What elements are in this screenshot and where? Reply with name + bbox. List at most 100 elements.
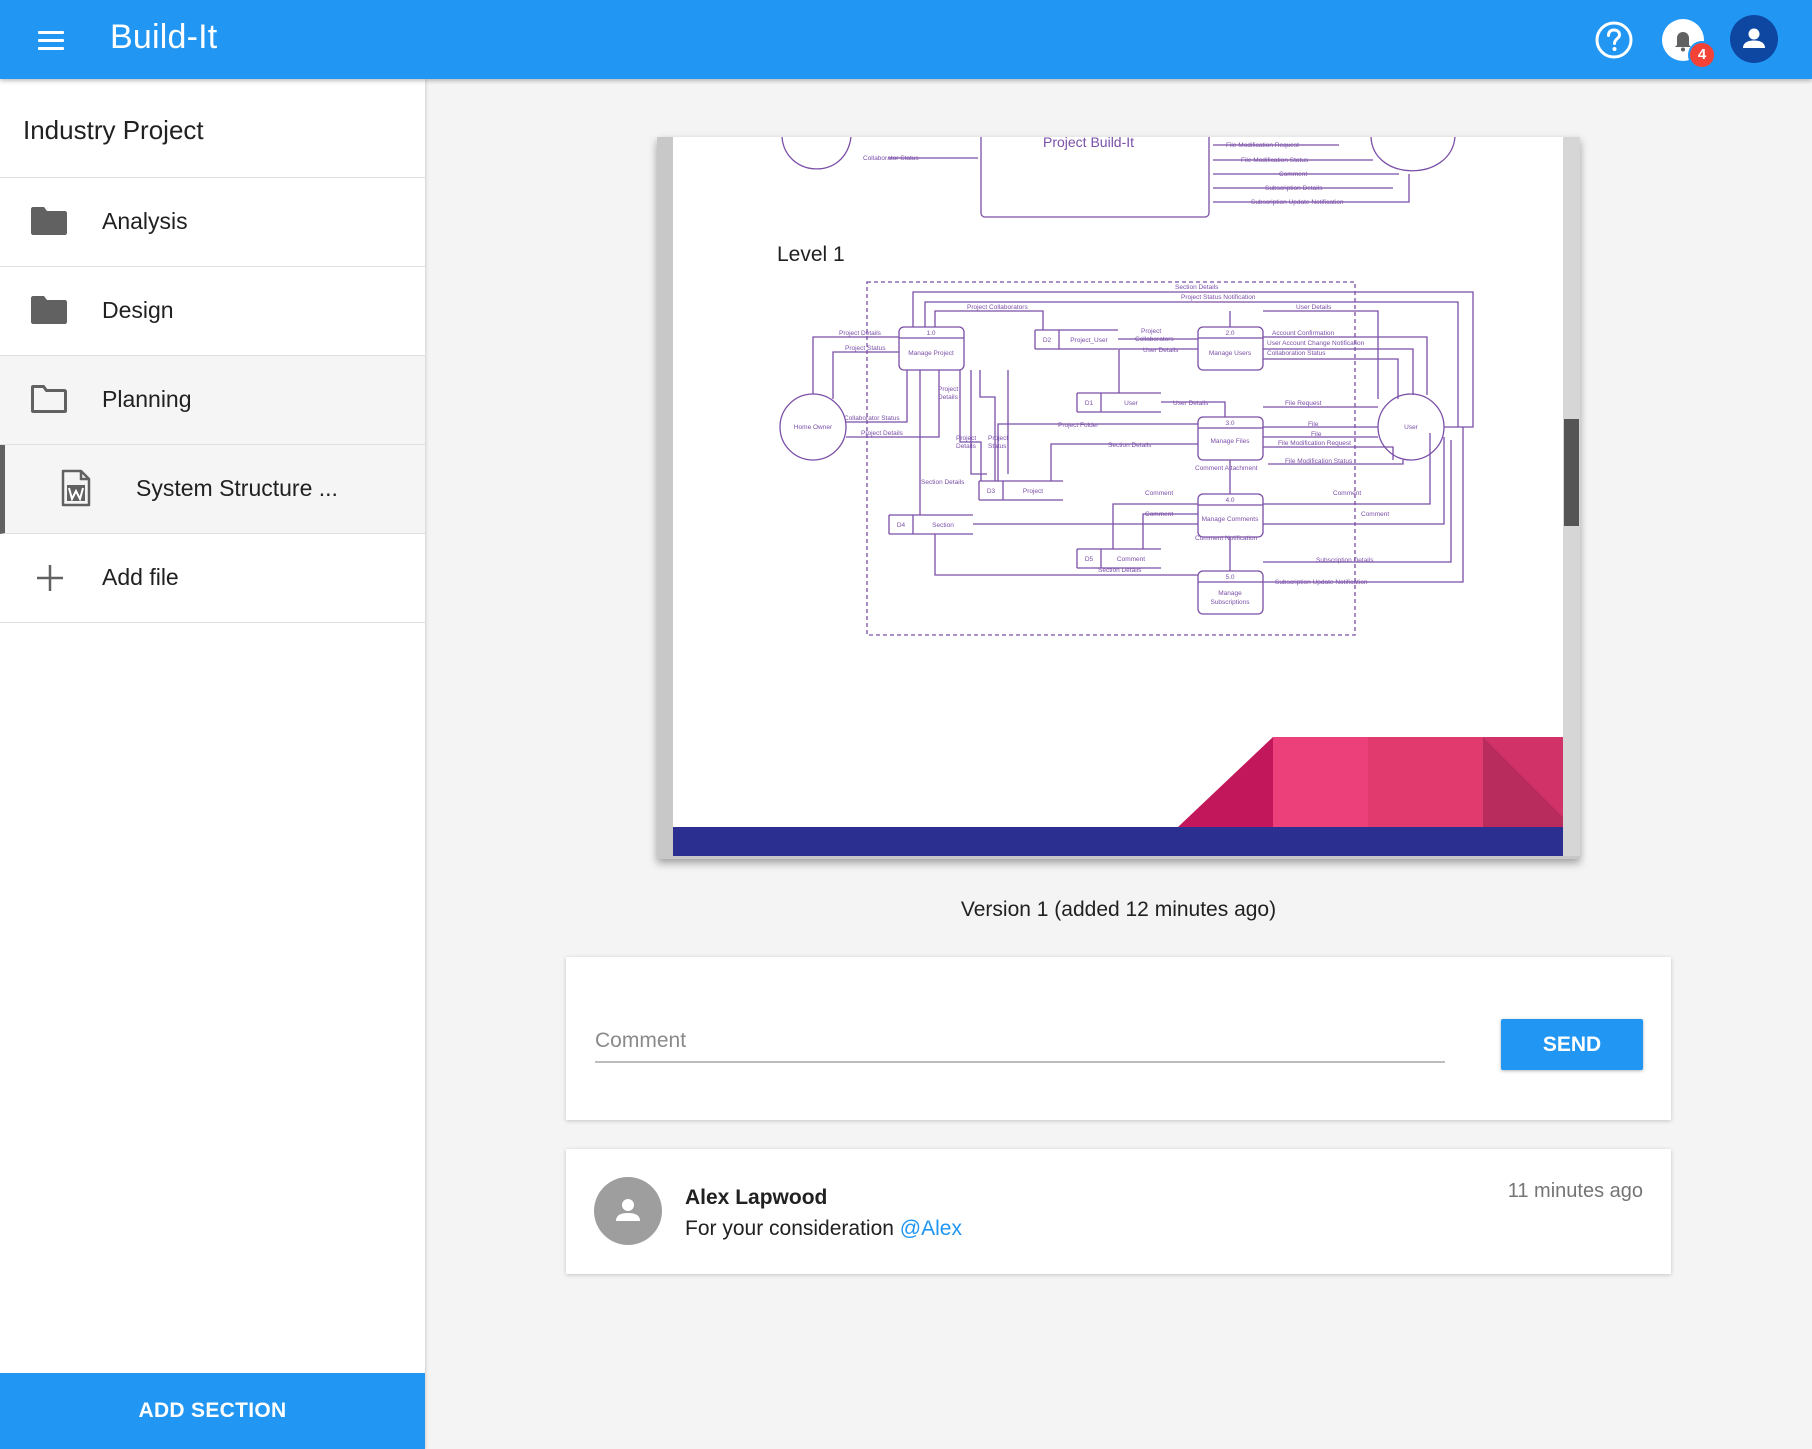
folder-icon [30,295,68,330]
svg-text:Details: Details [956,443,977,450]
document-scrollbar-thumb[interactable] [1564,419,1579,526]
sidebar: Industry Project Analysis Design Plannin… [0,79,425,1449]
comment-body: For your consideration [685,1217,900,1240]
svg-text:Project: Project [956,435,976,442]
svg-text:Project: Project [1023,488,1043,495]
svg-text:Subscription Details: Subscription Details [1316,557,1374,564]
svg-text:Subscriptions: Subscriptions [1210,599,1250,606]
svg-text:File Request: File Request [1285,400,1322,407]
svg-text:3.0: 3.0 [1225,420,1234,427]
svg-text:Project: Project [938,386,958,393]
svg-text:Section Details: Section Details [1098,567,1142,574]
svg-text:Project_User: Project_User [1070,337,1108,344]
comment-input[interactable] [595,1021,1445,1063]
svg-text:File Modification Request: File Modification Request [1226,142,1299,149]
mention-link[interactable]: @Alex [900,1217,962,1240]
svg-text:Collaborators: Collaborators [1135,336,1174,343]
send-button[interactable]: SEND [1501,1019,1643,1070]
svg-text:Section: Section [932,522,954,529]
svg-text:Comment: Comment [1117,556,1145,563]
svg-text:Manage Comments: Manage Comments [1202,516,1259,523]
plus-icon [36,564,64,597]
svg-text:Project Details: Project Details [839,330,882,337]
project-title: Industry Project [0,79,425,178]
sidebar-item-planning[interactable]: Planning [0,356,425,445]
document-preview: Collaborator Status File Modification Re… [657,137,1580,859]
svg-text:Account Confirmation: Account Confirmation [1272,330,1335,337]
sidebar-item-design[interactable]: Design [0,267,425,356]
svg-text:Manage Project: Manage Project [908,350,954,357]
svg-text:Home Owner: Home Owner [794,424,833,431]
footer-band [673,827,1563,856]
svg-text:Project Status Notification: Project Status Notification [1181,294,1256,301]
svg-text:Section Details: Section Details [921,479,965,486]
svg-text:Subscription Update Notificati: Subscription Update Notification [1251,199,1344,206]
svg-text:User: User [1124,400,1139,407]
svg-text:2.0: 2.0 [1225,330,1234,337]
svg-text:Collaborator Status: Collaborator Status [844,415,900,422]
word-document-icon [61,469,91,512]
svg-text:Project Details: Project Details [861,430,904,437]
svg-text:Comment: Comment [1279,171,1307,178]
svg-text:Comment: Comment [1361,511,1389,518]
level-heading: Level 1 [777,243,845,266]
svg-text:D5: D5 [1085,556,1094,563]
sidebar-item-label: Design [102,297,174,323]
svg-text:User: User [1404,424,1419,431]
comment-text: For your consideration @Alex [685,1217,962,1241]
svg-text:Subscription Update Notificati: Subscription Update Notification [1275,579,1368,586]
svg-text:Manage Files: Manage Files [1210,438,1250,445]
svg-text:Comment: Comment [1333,490,1361,497]
svg-text:Subscription Details: Subscription Details [1265,185,1323,192]
svg-text:File: File [1311,431,1322,438]
sidebar-item-system-structure[interactable]: System Structure ... [0,445,425,534]
svg-text:Collaboration Status: Collaboration Status [1267,350,1326,357]
comment-timestamp: 11 minutes ago [1507,1180,1643,1202]
svg-text:File: File [1308,421,1319,428]
sidebar-item-label: Analysis [102,208,188,234]
svg-text:User Details: User Details [1173,400,1209,407]
comment-item: Alex Lapwood For your consideration @Ale… [566,1149,1671,1274]
svg-text:Project: Project [1141,328,1161,335]
comment-author: Alex Lapwood [685,1186,828,1209]
comment-form-card: SEND [566,957,1671,1120]
svg-text:Collaborator Status: Collaborator Status [863,155,919,162]
svg-text:Project Collaborators: Project Collaborators [967,304,1028,311]
sidebar-item-label: Planning [102,386,192,412]
svg-text:Manage Users: Manage Users [1209,350,1252,357]
svg-text:User Details: User Details [1143,347,1179,354]
app-bar: Build-It 4 [0,0,1812,79]
avatar [594,1177,662,1245]
add-file-button[interactable]: Add file [0,534,425,623]
data-flow-diagram: Collaborator Status File Modification Re… [673,137,1563,856]
person-icon [616,1199,640,1221]
svg-text:File Modification Status: File Modification Status [1241,157,1309,164]
context-process-label: Project Build-It [1043,137,1134,150]
svg-text:Comment: Comment [1145,511,1173,518]
svg-text:Status: Status [988,443,1007,450]
account-button[interactable] [1730,15,1778,63]
folder-icon [30,206,68,241]
svg-text:Comment: Comment [1145,490,1173,497]
svg-text:Details: Details [938,394,959,401]
add-section-button[interactable]: ADD SECTION [0,1373,425,1449]
svg-text:User Details: User Details [1296,304,1332,311]
document-page: Collaborator Status File Modification Re… [673,137,1563,856]
svg-text:File Modification Status: File Modification Status [1285,458,1353,465]
svg-text:D3: D3 [987,488,996,495]
svg-text:Section Details: Section Details [1108,442,1152,449]
version-label: Version 1 (added 12 minutes ago) [960,898,1277,921]
help-icon[interactable] [1594,20,1634,60]
menu-icon[interactable] [34,25,68,55]
person-icon [1743,28,1765,48]
app-title: Build-It [110,18,218,56]
notification-badge: 4 [1688,41,1716,69]
svg-text:D1: D1 [1085,400,1094,407]
svg-text:Project Status: Project Status [845,345,886,352]
svg-text:1.0: 1.0 [926,330,935,337]
svg-text:4.0: 4.0 [1225,497,1234,504]
svg-text:Manage: Manage [1218,590,1242,597]
sidebar-item-analysis[interactable]: Analysis [0,178,425,267]
svg-text:File Modification Request: File Modification Request [1278,440,1351,447]
svg-text:Comment Notification: Comment Notification [1195,535,1258,542]
